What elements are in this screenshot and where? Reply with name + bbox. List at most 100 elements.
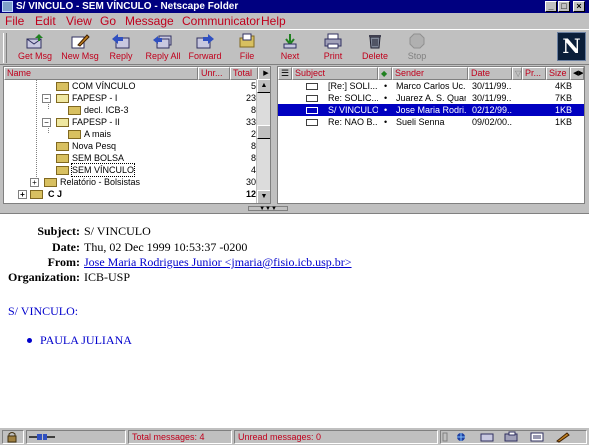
title-bar: S/ VINCULO - SEM VÍNCULO - Netscape Fold… (0, 0, 589, 13)
folder-item-selected[interactable]: SEM VÍNCULO 4 (4, 163, 258, 177)
message-view: Subject: S/ VINCULO Date: Thu, 02 Dec 19… (0, 213, 589, 427)
minimize-button[interactable]: _ (545, 1, 557, 12)
menu-communicator[interactable]: Communicator (182, 14, 260, 28)
column-header-name[interactable]: Name (4, 67, 198, 80)
folder-item[interactable]: A mais 2 (4, 128, 258, 140)
window-title: S/ VINCULO - SEM VÍNCULO - Netscape Fold… (16, 1, 239, 12)
offline-plug-icon[interactable] (27, 431, 57, 443)
organization-value: ICB-USP (84, 270, 131, 284)
column-header-total[interactable]: Total (230, 67, 258, 80)
component-bar (440, 430, 587, 444)
message-icon (306, 83, 318, 90)
collapse-icon[interactable]: − (42, 94, 51, 103)
folder-item[interactable]: decl. ICB-3 8 (4, 104, 258, 116)
column-header-date[interactable]: Date (468, 67, 512, 80)
get-msg-button[interactable]: Get Msg (12, 33, 58, 65)
collapse-icon[interactable]: − (42, 118, 51, 127)
delete-icon (369, 35, 381, 49)
thread-toggle-icon[interactable]: ☰ (278, 67, 292, 80)
menu-go[interactable]: Go (100, 14, 116, 28)
scroll-thumb[interactable] (257, 125, 270, 139)
folder-total: 8 (250, 153, 256, 163)
menu-help[interactable]: Help (261, 14, 286, 28)
delete-button[interactable]: Delete (352, 33, 398, 65)
message-body-line: S/ VINCULO: (8, 304, 79, 318)
stop-button[interactable]: Stop (394, 33, 440, 65)
message-subject: S/ VINCULO (328, 105, 378, 115)
folder-name: Relatório - Bolsistas (60, 177, 141, 187)
bullet-icon (27, 338, 32, 343)
folder-name: A mais (84, 129, 112, 139)
message-body-list-item: PAULA JULIANA (40, 333, 132, 347)
folder-item[interactable]: COM VÍNCULO 5 (4, 80, 258, 92)
folder-item[interactable]: + Relatório - Bolsistas 30 (4, 176, 258, 188)
folder-item[interactable]: + C J 12 (4, 188, 258, 200)
expand-icon[interactable]: + (30, 178, 39, 187)
netscape-window-icon[interactable] (2, 1, 13, 12)
expand-icon[interactable]: + (18, 190, 27, 199)
message-row[interactable]: Re: NAO B... • Sueli Senna 09/02/00... 1… (278, 116, 584, 128)
reply-button[interactable]: Reply (98, 33, 144, 65)
folder-total: 5 (250, 81, 256, 91)
toolbar-grip[interactable] (3, 33, 7, 63)
folder-name: SEM BOLSA (72, 153, 125, 163)
message-icon (306, 107, 318, 114)
scroll-down-icon[interactable]: ▼ (257, 190, 270, 203)
print-button[interactable]: Print (310, 33, 356, 65)
lock-status[interactable] (2, 430, 24, 444)
menu-view[interactable]: View (66, 14, 92, 28)
column-header-sender[interactable]: Sender (392, 67, 468, 80)
open-folder-icon (56, 94, 69, 103)
folder-name: decl. ICB-3 (84, 105, 129, 115)
message-size: 1KB (554, 117, 572, 127)
unread-dot-icon: • (384, 105, 388, 115)
column-header-subject[interactable]: Subject (292, 67, 378, 80)
pane-splitter[interactable]: ▼▼▼ (0, 205, 589, 213)
folder-item[interactable]: Nova Pesq 8 (4, 140, 258, 152)
file-icon (239, 33, 255, 48)
maximize-button[interactable]: □ (558, 1, 570, 12)
date-label: Date: (52, 240, 80, 254)
folder-item[interactable]: − FAPESP - I 23 (4, 92, 258, 104)
folder-item[interactable]: − FAPESP - II 33 (4, 116, 258, 128)
forward-label: Forward (188, 51, 222, 61)
new-msg-button[interactable]: New Msg (57, 33, 103, 65)
message-date: 30/11/99... (472, 81, 512, 91)
message-sender: Sueli Senna (396, 117, 445, 127)
menu-message[interactable]: Message (125, 14, 174, 28)
forward-button[interactable]: Forward (182, 33, 228, 65)
from-link[interactable]: Jose Maria Rodrigues Junior <jmaria@fisi… (84, 255, 352, 270)
get-msg-label: Get Msg (17, 51, 52, 61)
column-scroll-icon[interactable]: ◀▶ (570, 67, 584, 80)
message-row[interactable]: Re: SOLIC... • Juarez A. S. Quar... 30/1… (278, 92, 584, 104)
column-header-size[interactable]: Size (546, 67, 570, 80)
column-header-unread[interactable]: Unr... (198, 67, 230, 80)
column-header-flag-icon[interactable]: ▽ (512, 67, 522, 80)
column-header-read-icon[interactable]: ◆ (378, 67, 392, 80)
menu-edit[interactable]: Edit (35, 14, 56, 28)
message-row-selected[interactable]: S/ VINCULO • Jose Maria Rodri... 02/12/9… (278, 104, 584, 116)
scroll-up-icon[interactable]: ▲ (257, 79, 270, 93)
message-row[interactable]: [Re:] SOLI... • Marco Carlos Uc... 30/11… (278, 80, 584, 92)
menu-file[interactable]: File (5, 14, 24, 28)
folder-total: 8 (250, 141, 256, 151)
folder-name: COM VÍNCULO (72, 81, 136, 91)
open-folder-icon (56, 118, 69, 127)
column-header-priority[interactable]: Pr... (522, 67, 546, 80)
delete-label: Delete (361, 51, 388, 61)
component-bar-icons[interactable] (441, 431, 586, 443)
message-sender: Marco Carlos Uc... (396, 81, 466, 91)
next-button[interactable]: Next (267, 33, 313, 65)
message-date: 30/11/99... (472, 93, 512, 103)
netscape-logo[interactable]: N (557, 32, 586, 61)
splitter-collapse-icon[interactable]: ▼▼▼ (248, 206, 288, 212)
folder-item[interactable]: SEM BOLSA 8 (4, 152, 258, 164)
message-size: 4KB (554, 81, 572, 91)
folder-scrollbar[interactable]: ▲ ▼ (256, 79, 270, 203)
toolbar: Get Msg New Msg Reply Reply All Forward … (0, 29, 589, 65)
folder-total: 23 (245, 93, 256, 103)
file-button[interactable]: File (224, 33, 270, 65)
subject-value: S/ VINCULO (84, 224, 151, 238)
reply-all-button[interactable]: Reply All (140, 33, 186, 65)
close-button[interactable]: × (573, 1, 585, 12)
